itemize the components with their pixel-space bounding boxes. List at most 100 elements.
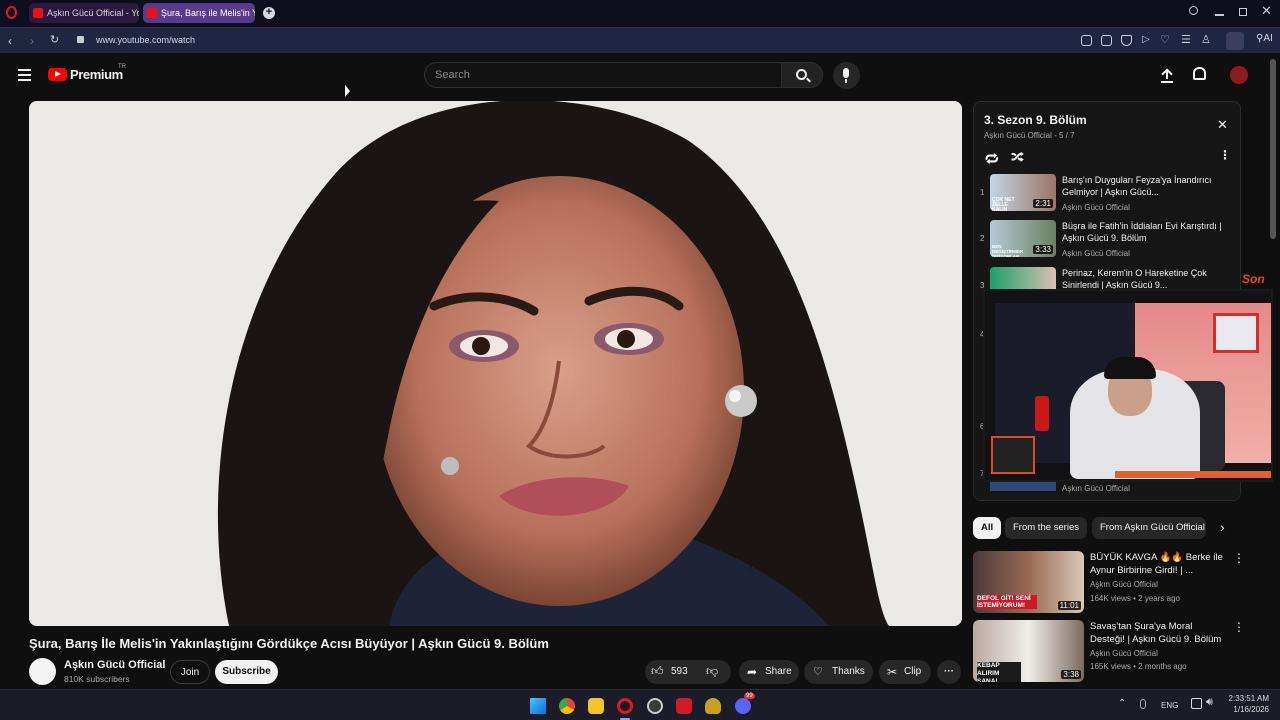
edit-icon[interactable] xyxy=(1081,35,1092,46)
forward-icon[interactable]: › xyxy=(30,34,34,48)
more-actions-button[interactable]: ··· xyxy=(937,660,961,684)
chevron-right-icon[interactable]: › xyxy=(1220,519,1225,535)
playlist-item[interactable]: 1 ÇOK NET ZELLE KALIN 2:31 Barış'ın Duyg… xyxy=(978,174,1233,218)
subscribe-button[interactable]: Subscribe xyxy=(215,660,278,684)
recommendation-thumbnail[interactable]: KEBAP ALIRIM SANA! 3:38 xyxy=(973,620,1084,682)
playlist-more-icon[interactable]: ⋮ xyxy=(1219,148,1231,162)
clip-button[interactable]: ✂ Clip xyxy=(879,660,931,684)
discord-icon[interactable]: 99 xyxy=(735,693,755,714)
obs-icon[interactable] xyxy=(647,698,663,714)
menu-list-icon[interactable]: ☰ xyxy=(1181,33,1191,46)
duration-badge: 3:38 xyxy=(1061,670,1081,679)
youtube-logo-icon xyxy=(48,68,67,81)
search-input[interactable]: Search xyxy=(424,62,782,88)
profile-icon[interactable]: ♙ xyxy=(1201,33,1211,46)
recommendation-channel[interactable]: Aşkın Gücü Official xyxy=(1090,647,1158,660)
lock-icon xyxy=(77,36,84,43)
tab-channel[interactable]: Aşkın Gücü Official - YouT xyxy=(29,3,139,23)
close-window-button[interactable]: ✕ xyxy=(1261,3,1272,19)
language-indicator[interactable]: ENG xyxy=(1161,701,1178,710)
thanks-button[interactable]: ♡ Thanks xyxy=(804,660,873,684)
tab-title: Aşkın Gücü Official - YouT xyxy=(47,8,139,18)
ai-button[interactable]: ⚲AI xyxy=(1256,33,1273,44)
account-avatar[interactable] xyxy=(1230,66,1248,84)
close-playlist-icon[interactable]: ✕ xyxy=(1217,117,1228,133)
recommendation-stats: 165K views • 2 months ago xyxy=(1090,662,1187,671)
chrome-icon[interactable] xyxy=(559,698,575,714)
logo-text: Premium xyxy=(70,67,123,82)
restore-button[interactable] xyxy=(1239,8,1247,16)
shuffle-icon[interactable]: 🔀︎ xyxy=(1011,148,1024,167)
playlist-item-channel: Aşkın Gücü Official xyxy=(1062,484,1130,493)
video-player[interactable] xyxy=(29,101,962,626)
clock-date[interactable]: 1/16/2026 xyxy=(1227,705,1269,714)
chip-all[interactable]: All xyxy=(973,517,1002,539)
youtube-page: Premium TR Search Şura, Barış İle Melis'… xyxy=(0,53,1280,689)
voice-search-button[interactable] xyxy=(833,62,860,89)
show-hidden-icons[interactable]: ⌃ xyxy=(1118,698,1126,709)
chip-from-channel[interactable]: From Aşkın Gücü Official xyxy=(1092,517,1206,539)
dislike-button[interactable]: 👎︎ xyxy=(706,664,718,679)
notification-badge: 99 xyxy=(744,693,755,699)
tab-video-active[interactable]: Şura, Barış ile Melis'in Yakı xyxy=(143,3,255,23)
notifications-bell-icon[interactable] xyxy=(1193,67,1206,80)
recommendation-channel[interactable]: Aşkın Gücü Official xyxy=(1090,578,1158,591)
loop-icon[interactable]: 🔁︎ xyxy=(985,148,999,169)
video-title: Şura, Barış İle Melis'in Yakınlaştığını … xyxy=(29,636,549,651)
microphone-icon xyxy=(843,68,849,78)
url-text[interactable]: www.youtube.com/watch xyxy=(96,35,195,45)
streamer-logo xyxy=(991,436,1035,474)
like-count: 593 xyxy=(671,666,688,677)
minimize-button[interactable] xyxy=(1215,14,1224,16)
streamer-webcam-overlay xyxy=(983,289,1273,482)
youtube-favicon-icon xyxy=(33,8,43,18)
search-button[interactable] xyxy=(781,62,823,88)
opera-logo-icon[interactable] xyxy=(6,6,17,19)
playlist-item[interactable]: 2 BEN DEĞİŞTİRMEK İSTİYORLAR 3:33 Büşra … xyxy=(978,220,1233,264)
chip-from-series[interactable]: From the series xyxy=(1005,517,1087,539)
shield-icon[interactable] xyxy=(1121,35,1132,46)
file-explorer-icon[interactable] xyxy=(588,698,604,714)
network-icon[interactable] xyxy=(1191,698,1202,709)
new-tab-button[interactable]: + xyxy=(263,7,275,19)
search-tabs-icon[interactable] xyxy=(1189,6,1198,15)
like-button[interactable]: 👍︎ xyxy=(651,664,664,679)
recommendation-thumbnail[interactable]: DEFOL GİT! SENİ İSTEMİYORUM! 11:01 xyxy=(973,551,1084,613)
send-icon[interactable]: ▷ xyxy=(1142,34,1150,45)
windows-taskbar: 99 ⌃ ENG 🔊︎ 2:33:51 AM 1/16/2026 xyxy=(0,689,1280,720)
back-icon[interactable]: ‹ xyxy=(8,34,12,48)
overlay-side-text: Son xyxy=(1242,272,1265,286)
camera-icon[interactable] xyxy=(1101,35,1112,46)
recommendation-title[interactable]: Savaş'tan Şura'ya Moral Desteği! | Aşkın… xyxy=(1090,620,1225,646)
playlist-thumbnail: BEN DEĞİŞTİRMEK İSTİYORLAR 3:33 xyxy=(990,220,1056,257)
clock-time[interactable]: 2:33:51 AM xyxy=(1227,694,1269,703)
youtube-favicon-icon xyxy=(147,8,157,18)
region-code: TR xyxy=(118,64,126,70)
playlist-title[interactable]: 3. Sezon 9. Bölüm xyxy=(984,113,1087,127)
opera-icon[interactable] xyxy=(617,698,633,714)
microphone-tray-icon[interactable] xyxy=(1140,699,1146,709)
reload-icon[interactable]: ↻ xyxy=(50,33,59,46)
recommendation-menu-icon[interactable]: ⋮ xyxy=(1233,620,1245,634)
tab-title: Şura, Barış ile Melis'in Yakı xyxy=(161,8,255,18)
hamburger-menu-icon[interactable] xyxy=(18,69,31,81)
channel-avatar[interactable] xyxy=(29,658,56,685)
join-button[interactable]: Join xyxy=(170,660,210,684)
share-button[interactable]: ➦ Share xyxy=(739,660,799,684)
scissors-icon: ✂ xyxy=(887,665,898,679)
channel-name[interactable]: Aşkın Gücü Official xyxy=(64,659,165,671)
mouse-cursor-icon xyxy=(345,84,350,100)
streamer-logo xyxy=(1213,313,1259,353)
extension-icon[interactable] xyxy=(1226,32,1244,50)
gold-app-icon[interactable] xyxy=(705,698,721,714)
heart-icon[interactable]: ♡ xyxy=(1160,33,1170,46)
upload-icon[interactable] xyxy=(1161,67,1173,83)
recommendation-title[interactable]: BÜYÜK KAVGA 🔥🔥 Berke ile Aynur Birbirine… xyxy=(1090,551,1225,577)
windows-start-icon[interactable] xyxy=(530,698,546,714)
page-scrollbar[interactable] xyxy=(1270,59,1276,239)
red-app-icon[interactable] xyxy=(676,698,692,714)
recommendation-menu-icon[interactable]: ⋮ xyxy=(1233,551,1245,565)
volume-icon[interactable]: 🔊︎ xyxy=(1206,696,1213,709)
address-bar: ‹ › ↻ www.youtube.com/watch ▷ ♡ ☰ ♙ ⚲AI xyxy=(0,27,1280,53)
video-frame xyxy=(29,101,962,626)
